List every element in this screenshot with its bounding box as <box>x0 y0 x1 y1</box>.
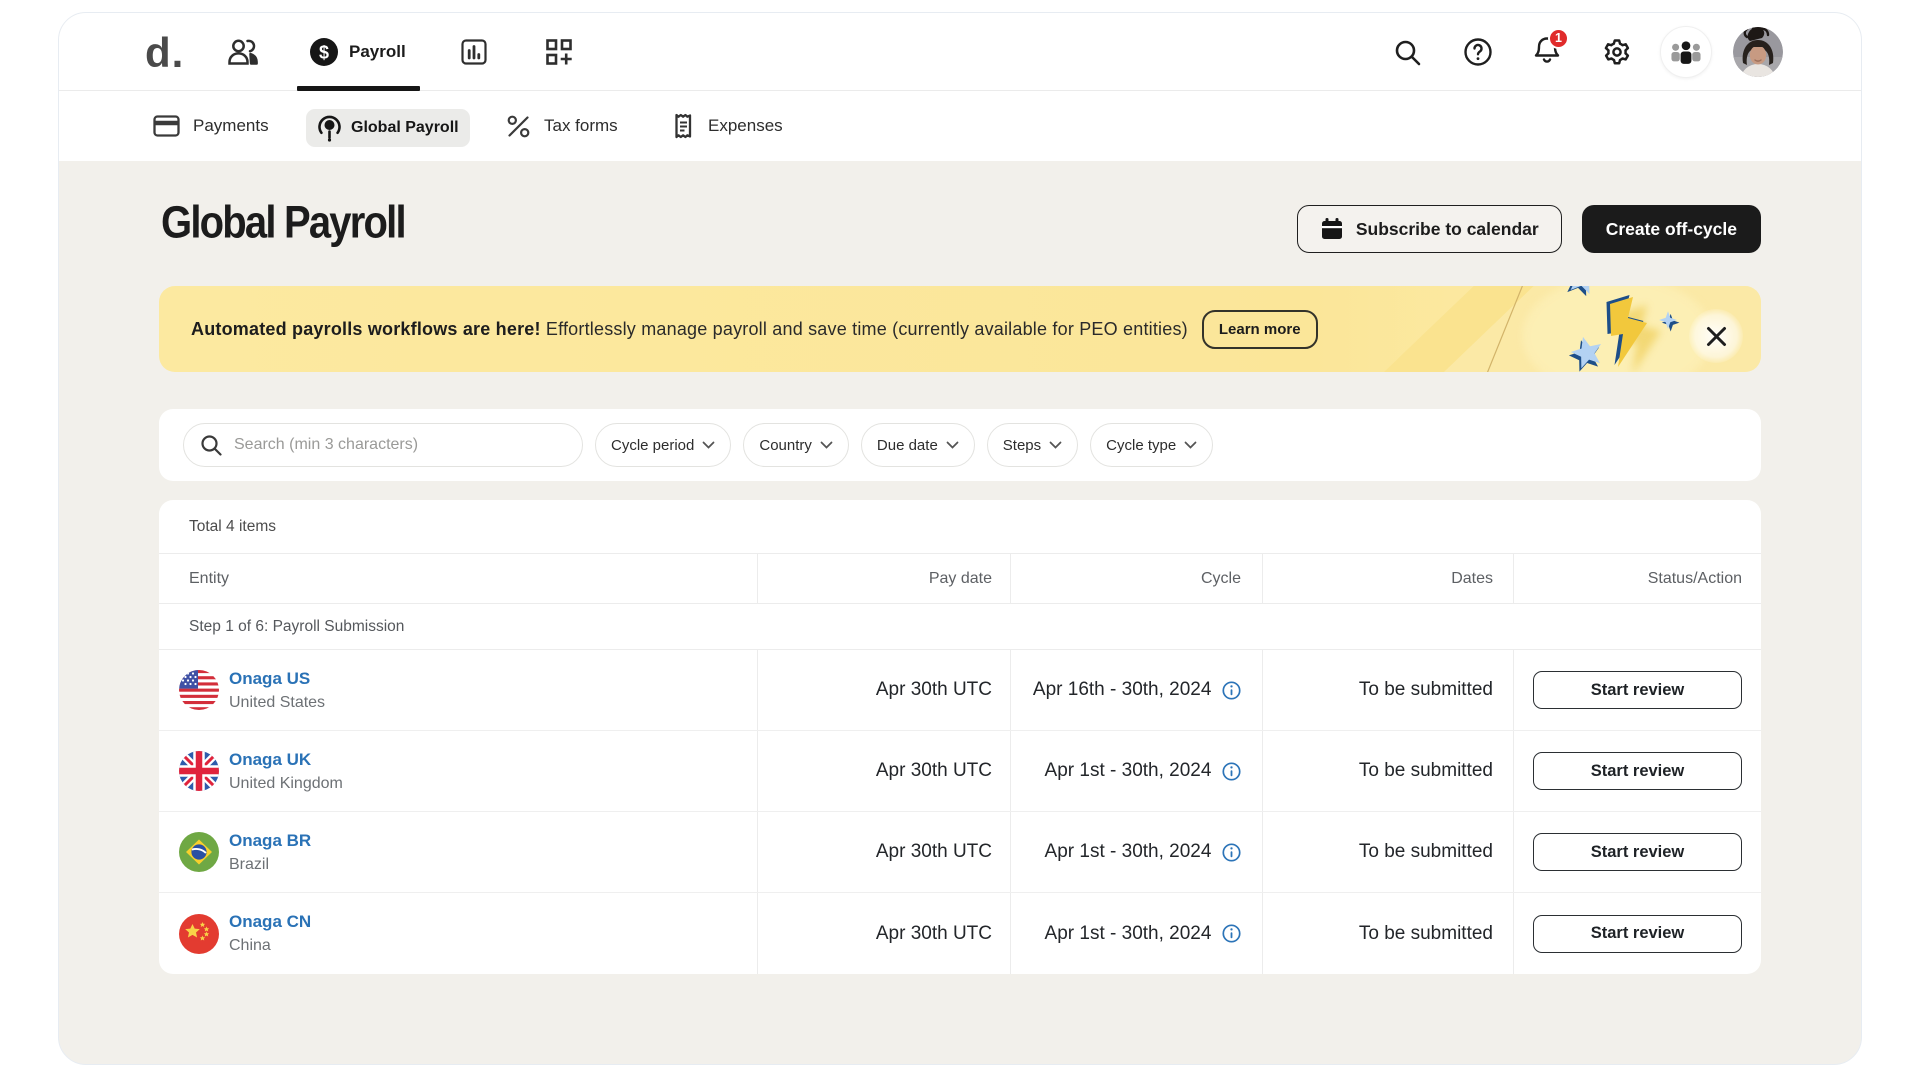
svg-text:$: $ <box>319 43 329 63</box>
